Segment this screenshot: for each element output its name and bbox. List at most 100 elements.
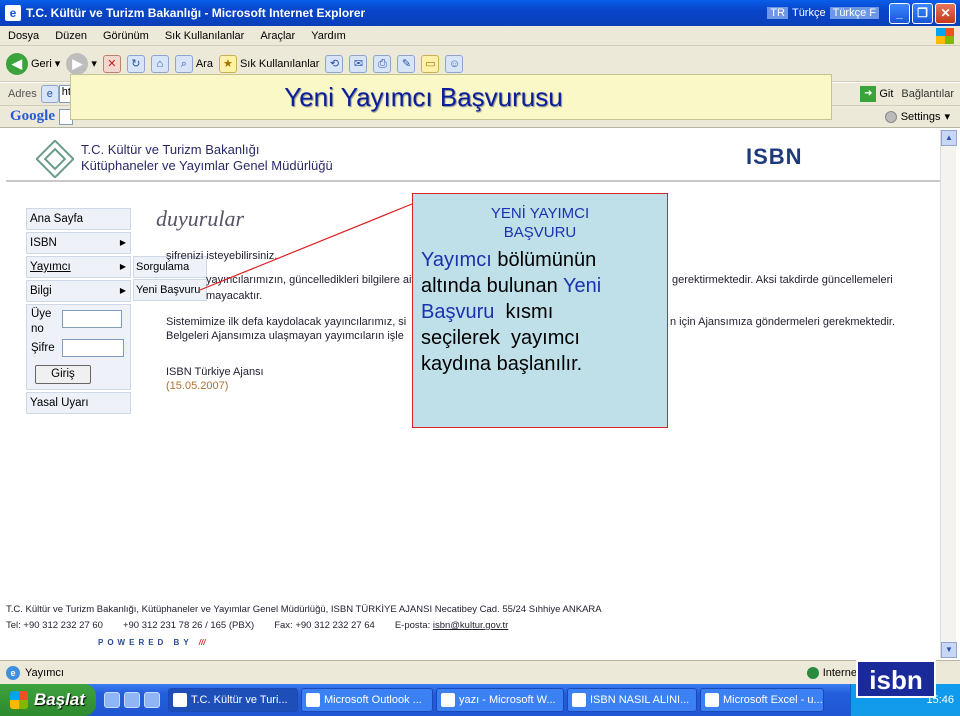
ministry-name: T.C. Kültür ve Turizm Bakanlığı Kütüphan… xyxy=(81,142,333,174)
window-title: T.C. Kültür ve Turizm Bakanlığı - Micros… xyxy=(26,6,366,20)
google-logo[interactable]: Google xyxy=(10,108,55,125)
stop-icon[interactable]: ✕ xyxy=(102,54,121,73)
messenger-icon[interactable]: ☺ xyxy=(445,54,464,73)
menu-tools[interactable]: Araçlar xyxy=(252,30,303,42)
menu-help[interactable]: Yardım xyxy=(303,30,354,42)
announcement-text: mayacaktır. xyxy=(206,290,263,302)
links-button[interactable]: Bağlantılar xyxy=(901,88,954,100)
refresh-icon[interactable]: ↻ xyxy=(126,54,145,73)
start-button[interactable]: Başlat xyxy=(0,684,96,716)
search-button[interactable]: ⌕ Ara xyxy=(174,54,213,73)
ie-icon: e xyxy=(5,5,21,21)
history-icon[interactable]: ⟲ xyxy=(325,54,344,73)
member-no-input[interactable] xyxy=(62,310,122,328)
windows-logo-icon xyxy=(936,27,954,44)
callout-text: Yayımcı xyxy=(421,249,492,271)
edit-icon[interactable]: ✎ xyxy=(397,54,416,73)
nav-item-label: Yasal Uyarı xyxy=(30,397,89,409)
back-button[interactable]: ◀ Geri ▾ xyxy=(6,52,61,75)
menu-bar: Dosya Düzen Görünüm Sık Kullanılanlar Ar… xyxy=(0,26,960,46)
site-header: T.C. Kültür ve Turizm Bakanlığı Kütüphan… xyxy=(6,130,940,182)
nav-item-isbn[interactable]: ISBN ▶ xyxy=(26,232,131,254)
nav-item-label: Ana Sayfa xyxy=(30,213,84,225)
outlook-launch-icon[interactable] xyxy=(124,692,140,708)
forward-button[interactable]: ▶ ▾ xyxy=(66,52,97,75)
task-isbn-doc[interactable]: ISBN NASIL ALINI... xyxy=(567,688,697,712)
ie-launch-icon[interactable] xyxy=(104,692,120,708)
menu-favorites[interactable]: Sık Kullanılanlar xyxy=(157,30,253,42)
desktop-launch-icon[interactable] xyxy=(144,692,160,708)
announcement-text: Sistemimize ilk defa kaydolacak yayıncıl… xyxy=(166,316,407,328)
nav-item-publisher[interactable]: Yayımcı ▶ xyxy=(26,256,131,278)
google-settings-button[interactable]: Settings ▾ xyxy=(884,110,950,123)
print-icon[interactable]: ⎙ xyxy=(373,54,392,73)
go-button[interactable]: ➜ Git xyxy=(860,86,893,102)
star-icon: ★ xyxy=(218,54,237,73)
password-label: Şifre xyxy=(31,342,55,354)
task-word[interactable]: yazı - Microsoft W... xyxy=(436,688,564,712)
password-input[interactable] xyxy=(62,339,124,357)
slide-title: Yeni Yayımcı Başvurusu xyxy=(284,81,563,112)
announcement-text: şifrenizi isteyebilirsiniz. xyxy=(166,250,278,262)
chevron-down-icon[interactable]: ▾ xyxy=(55,57,61,70)
agency-signature: ISBN Türkiye Ajansı xyxy=(166,366,264,378)
close-button[interactable]: ✕ xyxy=(935,2,956,24)
scroll-down-icon[interactable]: ▼ xyxy=(941,642,957,658)
page-icon: e xyxy=(40,85,59,103)
settings-label: Settings xyxy=(900,110,941,123)
footer-pbx: +90 312 231 78 26 / 165 (PBX) xyxy=(122,620,255,631)
task-outlook[interactable]: Microsoft Outlook ... xyxy=(301,688,433,712)
vertical-scrollbar[interactable]: ▲ ▼ xyxy=(940,130,957,658)
member-label-line2: no xyxy=(31,323,44,335)
search-icon: ⌕ xyxy=(174,54,193,73)
powered-by-text: POWERED BY xyxy=(98,638,193,647)
folder-icon[interactable]: ▭ xyxy=(421,54,440,73)
status-bar: e Yayımcı Internet xyxy=(0,660,960,684)
callout-text: altında bulunan xyxy=(421,275,563,297)
callout-text: seçilerek yayımcı xyxy=(421,327,580,349)
nav-item-label: ISBN xyxy=(30,237,57,249)
quick-launch xyxy=(104,692,160,708)
caret-right-icon: ▶ xyxy=(119,262,126,271)
powered-by: POWERED BY /// xyxy=(98,638,205,647)
menu-view[interactable]: Görünüm xyxy=(95,30,157,42)
word-icon xyxy=(441,693,455,707)
footer-fax: Fax: +90 312 232 27 64 xyxy=(274,620,375,631)
lang-code[interactable]: TR xyxy=(767,7,788,19)
nav-item-home[interactable]: Ana Sayfa xyxy=(26,208,131,230)
isbn-logo: isbn xyxy=(856,660,936,698)
task-excel[interactable]: Microsoft Excel - u... xyxy=(700,688,824,712)
footer-tel: Tel: +90 312 232 27 60 xyxy=(6,620,103,631)
callout-text: bölümünün xyxy=(491,249,597,271)
menu-file[interactable]: Dosya xyxy=(0,30,47,42)
menu-edit[interactable]: Düzen xyxy=(47,30,95,42)
callout-heading-line1: YENİ YAYIMCI xyxy=(490,205,590,222)
favorites-button[interactable]: ★ Sık Kullanılanlar xyxy=(218,54,319,73)
footer-email-link[interactable]: isbn@kultur.gov.tr xyxy=(433,620,508,631)
powered-by-mark: /// xyxy=(198,638,206,647)
windows-flag-icon xyxy=(10,691,28,709)
mail-icon[interactable]: ✉ xyxy=(349,54,368,73)
nav-item-info[interactable]: Bilgi ▶ xyxy=(26,280,131,302)
keyboard-layout[interactable]: Türkçe F xyxy=(829,7,879,19)
login-button[interactable]: Giriş xyxy=(35,365,91,384)
footer-contact: Tel: +90 312 232 27 60 +90 312 231 78 26… xyxy=(6,618,646,634)
task-label: Microsoft Outlook ... xyxy=(324,694,422,706)
task-ie[interactable]: T.C. Kültür ve Turi... xyxy=(168,688,298,712)
chevron-down-icon[interactable]: ▾ xyxy=(91,57,97,70)
language-bar[interactable]: TR Türkçe Türkçe F xyxy=(767,7,879,19)
minimize-button[interactable]: _ xyxy=(889,2,910,24)
submenu-item-new-application[interactable]: Yeni Başvuru xyxy=(133,279,207,301)
home-icon[interactable]: ⌂ xyxy=(150,54,169,73)
scroll-up-icon[interactable]: ▲ xyxy=(941,130,957,146)
ministry-logo-icon xyxy=(36,140,74,178)
maximize-button[interactable]: ❐ xyxy=(912,2,933,24)
window-titlebar: e T.C. Kültür ve Turizm Bakanlığı - Micr… xyxy=(0,0,960,26)
footer-email-group: E-posta: isbn@kultur.gov.tr xyxy=(395,618,509,634)
task-label: ISBN NASIL ALINI... xyxy=(590,694,690,706)
taskbar: Başlat T.C. Kültür ve Turi... Microsoft … xyxy=(0,684,960,716)
address-label: Adres xyxy=(8,88,37,100)
go-arrow-icon: ➜ xyxy=(860,86,877,102)
nav-item-legal[interactable]: Yasal Uyarı xyxy=(26,392,131,414)
announcement-date: (15.05.2007) xyxy=(166,380,229,392)
